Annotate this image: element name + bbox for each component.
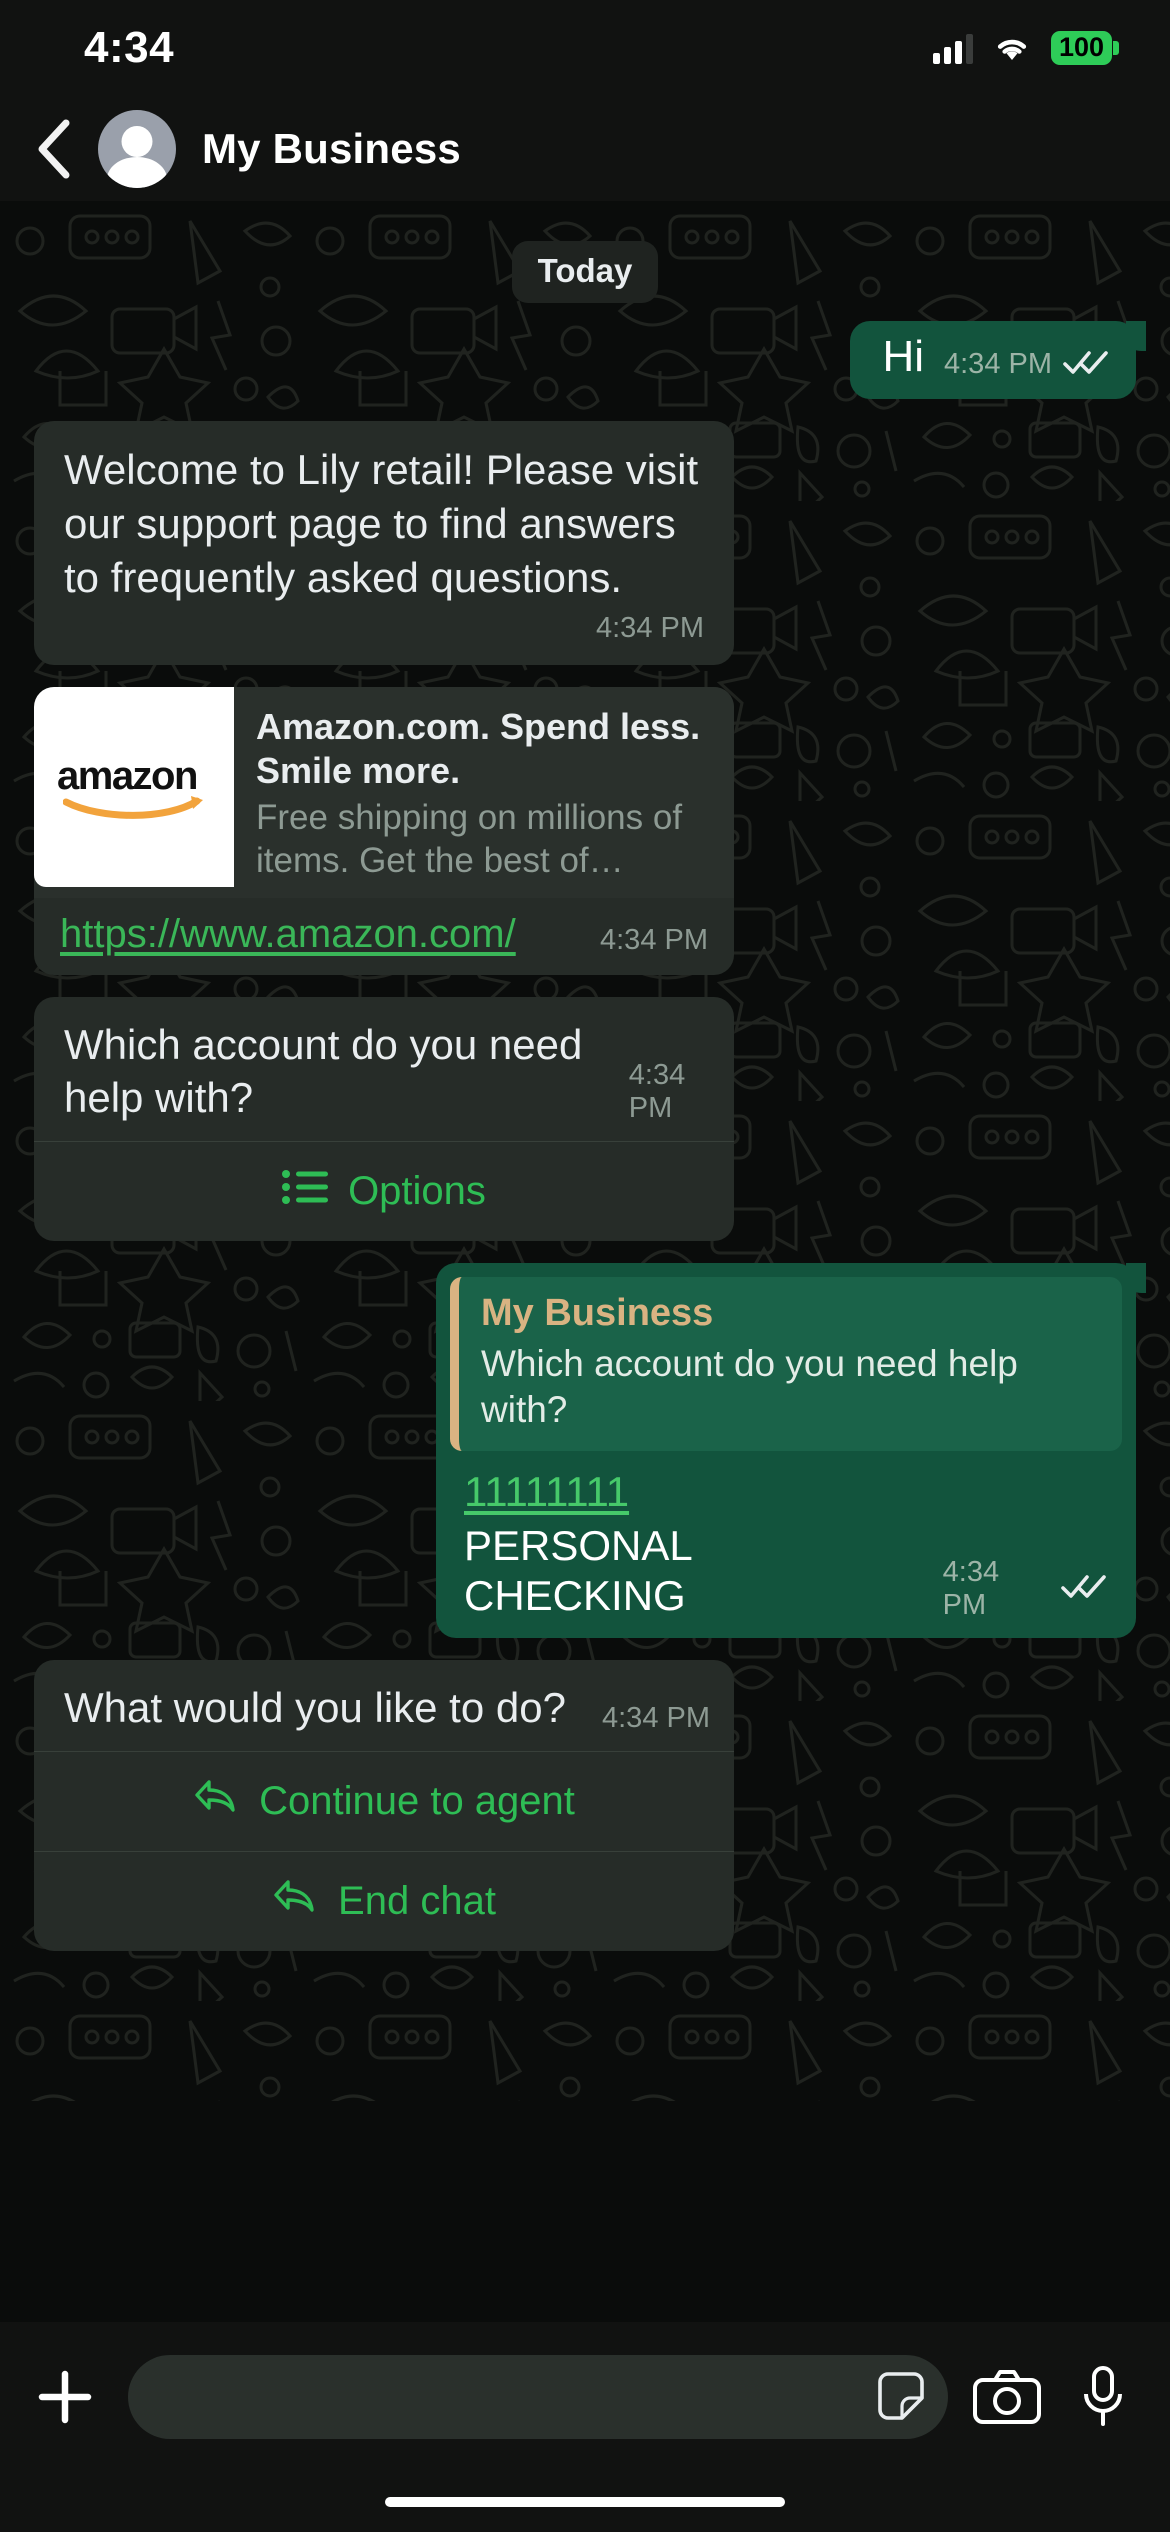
reply-arrow-icon <box>193 1776 239 1826</box>
link-preview-meta: Amazon.com. Spend less. Smile more. Free… <box>234 687 734 898</box>
wifi-icon <box>992 33 1032 63</box>
message-input-wrapper[interactable] <box>128 2355 948 2439</box>
message-bubble-outgoing-reply[interactable]: My Business Which account do you need he… <box>436 1263 1146 1638</box>
day-divider-label: Today <box>511 241 659 303</box>
status-bar-indicators: 100 <box>932 31 1112 65</box>
sticker-icon[interactable] <box>872 2368 930 2426</box>
plus-icon[interactable] <box>24 2356 106 2438</box>
list-icon <box>282 1168 329 1216</box>
reply-arrow-icon <box>272 1876 318 1926</box>
message-bubble-outgoing[interactable]: Hi 4:34 PM <box>850 321 1146 399</box>
battery-icon: 100 <box>1050 31 1112 65</box>
chat-title[interactable]: My Business <box>202 125 461 173</box>
message-body: Which account do you need help with? 4:3… <box>34 997 734 1141</box>
message-meta: 4:34 PM <box>944 348 1110 385</box>
link-preview-title: Amazon.com. Spend less. Smile more. <box>256 706 701 792</box>
message-row-what-to-do: What would you like to do? 4:34 PM Conti… <box>0 1659 1170 1951</box>
link-preview-footer: https://www.amazon.com/ 4:34 PM <box>34 898 734 975</box>
message-composer <box>0 2322 1170 2472</box>
reply-body: 11111111 PERSONAL CHECKING 4:34 PM <box>450 1451 1122 1638</box>
message-body: What would you like to do? 4:34 PM <box>34 1660 734 1751</box>
chat-header: My Business <box>0 96 1170 201</box>
message-text: Welcome to Lily retail! Please visit our… <box>64 446 699 601</box>
link-preview-thumbnail: amazon <box>34 687 234 888</box>
whatsapp-chat-screen: 4:34 100 My Business Today Hi 4:34 PM We… <box>0 0 1170 2532</box>
camera-icon[interactable] <box>970 2360 1044 2434</box>
home-indicator-bar <box>385 2497 785 2507</box>
message-text: What would you like to do? <box>64 1683 566 1731</box>
account-number-link[interactable]: 11111111 <box>464 1467 1108 1517</box>
double-check-icon <box>1062 349 1110 380</box>
options-button[interactable]: Options <box>34 1141 734 1241</box>
bubble-tail <box>1126 1263 1152 1294</box>
end-chat-button[interactable]: End chat <box>34 1850 734 1951</box>
message-row-link-preview: amazon Amazon.com. Spend less. Smile mor… <box>0 687 1170 976</box>
quoted-author: My Business <box>481 1292 714 1335</box>
link-preview-description: Free shipping on millions of items. Get … <box>256 798 683 880</box>
reply-footer: PERSONAL CHECKING 4:34 PM <box>464 1521 1108 1638</box>
message-time: 4:34 PM <box>602 1701 710 1734</box>
message-row-welcome: Welcome to Lily retail! Please visit our… <box>0 421 1170 666</box>
day-divider: Today <box>0 241 1170 303</box>
chat-message-list[interactable]: Today Hi 4:34 PM Welcome to Lily retail!… <box>0 201 1170 2322</box>
message-meta: 4:34 PM <box>34 604 734 665</box>
bubble-tail <box>1126 321 1152 351</box>
message-time: 4:34 PM <box>600 924 708 957</box>
home-indicator <box>0 2472 1170 2532</box>
continue-to-agent-label: Continue to agent <box>259 1778 575 1823</box>
back-chevron-icon[interactable] <box>22 116 88 182</box>
message-bubble-incoming[interactable]: Welcome to Lily retail! Please visit our… <box>34 421 734 666</box>
amazon-wordmark: amazon <box>57 754 198 799</box>
message-link[interactable]: https://www.amazon.com/ <box>60 912 516 957</box>
account-name-label: PERSONAL CHECKING <box>464 1521 692 1620</box>
status-bar: 4:34 100 <box>0 0 1170 96</box>
quoted-message[interactable]: My Business Which account do you need he… <box>450 1277 1122 1451</box>
message-row-hi: Hi 4:34 PM <box>0 321 1170 399</box>
double-check-icon <box>1060 1573 1108 1604</box>
message-text: Hi <box>882 332 924 381</box>
link-preview-bubble[interactable]: amazon Amazon.com. Spend less. Smile mor… <box>34 687 734 976</box>
amazon-swoosh-icon <box>63 796 203 820</box>
message-time: 4:34 PM <box>628 1059 686 1125</box>
message-row-which-account: Which account do you need help with? 4:3… <box>0 997 1170 1242</box>
options-button-label: Options <box>348 1169 486 1214</box>
message-row-reply: My Business Which account do you need he… <box>0 1263 1170 1638</box>
continue-to-agent-button[interactable]: Continue to agent <box>34 1750 734 1851</box>
quoted-text: Which account do you need help with? <box>481 1342 1018 1430</box>
battery-percent-label: 100 <box>1058 32 1104 62</box>
end-chat-label: End chat <box>338 1878 496 1923</box>
interactive-buttons-bubble[interactable]: What would you like to do? 4:34 PM Conti… <box>34 1659 734 1951</box>
link-preview-card[interactable]: amazon Amazon.com. Spend less. Smile mor… <box>34 687 734 899</box>
contact-avatar-icon[interactable] <box>98 109 176 188</box>
interactive-list-bubble[interactable]: Which account do you need help with? 4:3… <box>34 997 734 1242</box>
message-time: 4:34 PM <box>596 612 704 645</box>
message-time: 4:34 PM <box>942 1555 1000 1621</box>
signal-icon <box>932 32 973 64</box>
message-text: Which account do you need help with? <box>64 1021 583 1122</box>
status-bar-time: 4:34 <box>84 23 175 72</box>
microphone-icon[interactable] <box>1066 2360 1140 2434</box>
message-time: 4:34 PM <box>944 348 1052 380</box>
